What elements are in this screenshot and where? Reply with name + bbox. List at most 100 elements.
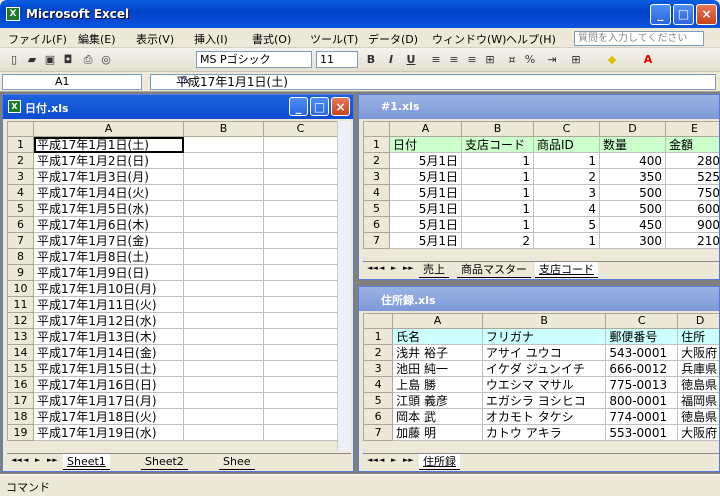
cell[interactable]: 平成17年1月15日(土) bbox=[33, 360, 184, 377]
cell[interactable] bbox=[183, 408, 264, 425]
merge-center-icon[interactable]: ⊞ bbox=[482, 52, 498, 68]
cell[interactable]: 平成17年1月19日(水) bbox=[33, 424, 184, 441]
cell[interactable]: 775-0013 bbox=[605, 376, 679, 393]
cell[interactable]: オカモト タケシ bbox=[481, 408, 607, 425]
menu-item[interactable]: データ(D) bbox=[368, 31, 418, 47]
column-header[interactable]: A bbox=[389, 121, 462, 137]
bold-button[interactable]: B bbox=[363, 52, 379, 68]
cell[interactable]: 5 bbox=[533, 216, 600, 233]
font-name-select[interactable]: MS Pゴシック bbox=[196, 51, 312, 68]
align-right-icon[interactable]: ≡ bbox=[464, 52, 480, 68]
row-header[interactable]: 5 bbox=[362, 392, 394, 409]
row-header[interactable]: 8 bbox=[7, 248, 34, 265]
row-header[interactable]: 3 bbox=[363, 168, 390, 185]
tab-scroll-icon[interactable]: ◄ bbox=[379, 264, 384, 272]
cell[interactable]: 平成17年1月6日(木) bbox=[33, 216, 184, 233]
cell[interactable]: 岡本 武 bbox=[392, 408, 483, 425]
cell[interactable]: 4 bbox=[533, 200, 600, 217]
tab-scroll-icon[interactable]: ►► bbox=[47, 456, 58, 464]
font-color-icon[interactable]: A bbox=[640, 52, 656, 68]
cell[interactable] bbox=[263, 280, 338, 297]
cell[interactable]: 商品ID bbox=[533, 136, 600, 153]
cell[interactable]: 280 bbox=[665, 152, 719, 169]
column-header[interactable]: A bbox=[33, 121, 184, 137]
cell[interactable]: 平成17年1月5日(水) bbox=[33, 200, 184, 217]
cell[interactable]: 加藤 明 bbox=[392, 424, 483, 441]
row-header[interactable]: 2 bbox=[363, 152, 390, 169]
cell[interactable] bbox=[263, 344, 338, 361]
cell[interactable] bbox=[263, 184, 338, 201]
row-header[interactable]: 1 bbox=[362, 328, 394, 345]
cell[interactable]: 平成17年1月2日(日) bbox=[33, 152, 184, 169]
tab-scroll-icon[interactable]: ◄◄ bbox=[367, 456, 378, 464]
win1-maximize-button[interactable]: □ bbox=[310, 97, 329, 116]
row-header[interactable]: 6 bbox=[7, 216, 34, 233]
sheet-grid-dates[interactable]: A B C 1 平成17年1月1日(土) 2 平成17年1月2日(日) 3 平成17年1月3日(… bbox=[7, 121, 338, 441]
cell[interactable]: 1 bbox=[461, 216, 534, 233]
row-header[interactable]: 5 bbox=[363, 200, 390, 217]
cell[interactable]: イケダ ジュンイチ bbox=[481, 360, 607, 377]
cell[interactable] bbox=[183, 168, 264, 185]
cell[interactable]: 553-0001 bbox=[605, 424, 679, 441]
cell[interactable]: 浅井 裕子 bbox=[392, 344, 483, 361]
cell[interactable] bbox=[263, 392, 338, 409]
cell[interactable] bbox=[263, 328, 338, 345]
row-header[interactable]: 19 bbox=[7, 424, 34, 441]
column-header[interactable]: B bbox=[481, 313, 607, 329]
cell[interactable] bbox=[263, 376, 338, 393]
row-header[interactable]: 14 bbox=[7, 344, 34, 361]
menu-item[interactable]: 表示(V) bbox=[136, 31, 174, 47]
cell[interactable]: 平成17年1月8日(土) bbox=[33, 248, 184, 265]
underline-button[interactable]: U bbox=[403, 52, 419, 68]
cell[interactable] bbox=[183, 344, 264, 361]
row-header[interactable]: 5 bbox=[7, 200, 34, 217]
indent-icon[interactable]: ⇥ bbox=[544, 52, 560, 68]
win1-close-button[interactable]: × bbox=[331, 97, 350, 116]
row-header[interactable]: 1 bbox=[363, 136, 390, 153]
row-header[interactable]: 7 bbox=[362, 424, 394, 441]
cell[interactable]: 210 bbox=[665, 232, 719, 249]
row-header[interactable]: 4 bbox=[7, 184, 34, 201]
tab-scroll-icon[interactable]: ► bbox=[391, 264, 396, 272]
cell[interactable]: 平成17年1月1日(土) bbox=[33, 136, 184, 153]
cell[interactable]: ウエシマ マサル bbox=[481, 376, 607, 393]
cell[interactable] bbox=[183, 280, 264, 297]
cell[interactable] bbox=[183, 248, 264, 265]
menu-item[interactable]: ヘルプ(H) bbox=[506, 31, 556, 47]
cell[interactable]: 600 bbox=[665, 200, 719, 217]
sheet-tab[interactable]: Sheet2 bbox=[141, 454, 188, 470]
cell[interactable]: 大阪府 bbox=[677, 424, 719, 441]
cell[interactable] bbox=[263, 136, 338, 153]
cell[interactable]: 1 bbox=[461, 152, 534, 169]
sheet-tab[interactable]: Shee bbox=[219, 454, 255, 470]
cell[interactable]: 500 bbox=[599, 200, 666, 217]
column-header[interactable]: B bbox=[183, 121, 264, 137]
cell[interactable]: 900 bbox=[665, 216, 719, 233]
cell[interactable] bbox=[263, 152, 338, 169]
cell[interactable] bbox=[263, 200, 338, 217]
row-header[interactable]: 9 bbox=[7, 264, 34, 281]
row-header[interactable]: 3 bbox=[7, 168, 34, 185]
cell[interactable]: 543-0001 bbox=[605, 344, 679, 361]
fill-color-icon[interactable]: ◆ bbox=[604, 52, 620, 68]
vertical-scrollbar[interactable] bbox=[337, 121, 351, 451]
cell[interactable] bbox=[183, 216, 264, 233]
cell[interactable]: 5月1日 bbox=[389, 168, 462, 185]
cell[interactable] bbox=[263, 216, 338, 233]
cell[interactable]: 774-0001 bbox=[605, 408, 679, 425]
italic-button[interactable]: I bbox=[383, 52, 399, 68]
research-icon[interactable]: ◎ bbox=[98, 52, 114, 68]
sheet-tab[interactable]: Sheet1 bbox=[63, 454, 110, 470]
tab-scroll-icon[interactable]: ►► bbox=[403, 264, 414, 272]
column-header[interactable]: E bbox=[665, 121, 719, 137]
cell[interactable]: 2 bbox=[533, 168, 600, 185]
cell[interactable] bbox=[183, 360, 264, 377]
cell[interactable] bbox=[183, 296, 264, 313]
cell[interactable]: 徳島県 bbox=[677, 376, 719, 393]
minimize-button[interactable]: _ bbox=[650, 4, 671, 25]
tab-scroll-icon[interactable]: ► bbox=[391, 456, 396, 464]
sheet-tab[interactable]: 商品マスター bbox=[457, 262, 531, 278]
cell[interactable] bbox=[183, 264, 264, 281]
sheet-grid-sales[interactable]: A B C D E 1 日付 支店コード 商品ID 数量 金額 2 5月1日 1 1 400 280 3 5月1日 1… bbox=[363, 121, 719, 249]
cell[interactable]: フリガナ bbox=[481, 328, 607, 345]
